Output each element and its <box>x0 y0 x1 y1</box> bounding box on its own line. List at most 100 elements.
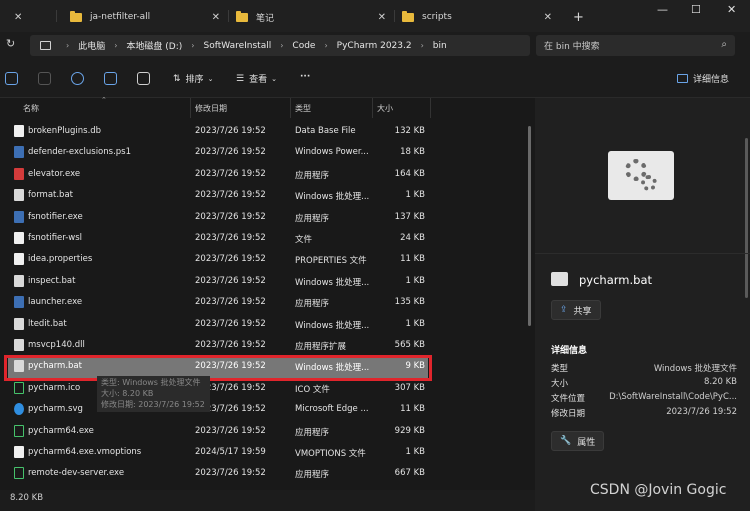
paste-icon[interactable] <box>38 72 51 85</box>
batch-icon <box>14 189 24 202</box>
scrollbar-thumb[interactable] <box>528 126 531 326</box>
file-date: 2023/7/26 19:52 <box>195 297 266 308</box>
highlight-box <box>4 355 432 381</box>
search-placeholder: 在 bin 中搜索 <box>544 42 600 52</box>
tab-scripts[interactable]: scripts ✕ <box>402 6 552 28</box>
file-row[interactable]: idea.properties 2023/7/26 19:52 PROPERTIES… <box>8 249 428 270</box>
delete-icon[interactable] <box>137 72 150 85</box>
file-type: Data Base File <box>295 126 356 136</box>
breadcrumb-code[interactable]: Code <box>292 41 315 51</box>
file-name: fsnotifier-wsl <box>28 233 83 243</box>
file-date: 2023/7/26 19:52 <box>195 211 266 222</box>
file-row[interactable]: pycharm64.exe 2023/7/26 19:52 应用程序 929 KB <box>8 421 428 442</box>
file-row[interactable]: remote-dev-server.exe 2023/7/26 19:52 应用程序… <box>8 463 428 484</box>
folder-icon <box>236 10 248 22</box>
file-row[interactable]: defender-exclusions.ps1 2023/7/26 19:52 Wi… <box>8 142 428 163</box>
file-row[interactable]: inspect.bat 2023/7/26 19:52 Windows 批处理...… <box>8 271 428 292</box>
details-pane-button[interactable]: 详细信息 <box>677 72 729 85</box>
file-row[interactable]: launcher.exe 2023/7/26 19:52 应用程序 135 KB <box>8 292 428 313</box>
file-date: 2023/7/26 19:52 <box>195 190 266 201</box>
share-button[interactable]: ⇪ 共享 <box>551 300 601 320</box>
file-type: 应用程序扩展 <box>295 342 347 352</box>
gear-icon <box>641 175 657 191</box>
view-button[interactable]: ☰ 查看 ⌄ <box>236 72 277 86</box>
file-type: 应用程序 <box>295 427 330 438</box>
column-header-type[interactable]: 类型 <box>295 98 311 118</box>
file-name: elevator.exe <box>28 168 81 179</box>
pycharm-icon <box>14 424 24 437</box>
file-date: 2023/7/26 19:52 <box>195 340 266 350</box>
file-type: ICO 文件 <box>295 384 330 395</box>
file-row[interactable]: elevator.exe 2023/7/26 19:52 应用程序 164 KB <box>8 164 428 185</box>
file-date: 2023/7/26 19:52 <box>195 425 266 436</box>
close-window-button[interactable]: ✕ <box>727 3 736 16</box>
view-icon: ☰ <box>236 73 245 84</box>
column-header-name[interactable]: 名称 <box>23 98 39 118</box>
batch-icon <box>14 317 24 330</box>
file-type: 应用程序 <box>295 170 330 181</box>
file-icon <box>14 253 24 266</box>
address-bar[interactable]: › 此电脑 › 本地磁盘 (D:) › SoftWareInstall › Co… <box>30 35 530 56</box>
properties-button[interactable]: 🔧 属性 <box>551 431 605 451</box>
file-row[interactable]: pycharm.svg 2023/7/26 19:52 Microsoft Edge… <box>8 399 428 420</box>
file-row[interactable]: format.bat 2023/7/26 19:52 Windows 批处理... 1… <box>8 185 428 206</box>
exe-icon <box>14 167 24 180</box>
breadcrumb-pycharm[interactable]: PyCharm 2023.2 <box>337 41 412 51</box>
file-name: remote-dev-server.exe <box>28 468 125 479</box>
file-type: Windows 批处理... <box>295 192 370 203</box>
file-date: 2023/7/26 19:52 <box>195 233 266 243</box>
file-row[interactable]: brokenPlugins.db 2023/7/26 19:52 Data Base… <box>8 121 428 142</box>
file-type: 应用程序 <box>295 470 330 481</box>
file-date: 2023/7/26 19:52 <box>195 318 266 329</box>
file-date: 2023/7/26 19:52 <box>195 147 266 158</box>
minimize-button[interactable]: — <box>657 3 668 16</box>
copy-icon[interactable] <box>5 72 18 85</box>
file-size: 1 KB <box>405 190 425 201</box>
breadcrumb-bin[interactable]: bin <box>433 41 447 51</box>
tab-notes[interactable]: 笔记 ✕ <box>236 6 386 28</box>
details-pane: pycharm.bat ⇪ 共享 详细信息 类型 Windows 批处理文件 大小… <box>535 98 750 511</box>
plus-icon: + <box>573 9 584 25</box>
tab-close-first[interactable]: ✕ <box>14 6 22 28</box>
search-icon: ⌕ <box>721 39 727 50</box>
file-row[interactable]: fsnotifier-wsl 2023/7/26 19:52 文件 24 KB <box>8 228 428 249</box>
file-row[interactable]: fsnotifier.exe 2023/7/26 19:52 应用程序 137 KB <box>8 207 428 228</box>
file-row[interactable]: pycharm.ico 2023/7/26 19:52 ICO 文件 307 KB <box>8 378 428 399</box>
file-list-scrollbar[interactable] <box>528 100 532 480</box>
column-header-size[interactable]: 大小 <box>377 98 393 118</box>
close-icon[interactable]: ✕ <box>544 12 552 23</box>
close-icon[interactable]: ✕ <box>378 12 386 23</box>
new-tab-button[interactable]: + <box>573 6 584 28</box>
rename-icon[interactable] <box>71 72 84 85</box>
maximize-button[interactable]: ☐ <box>691 3 701 16</box>
exe-icon <box>14 296 24 309</box>
file-icon <box>14 446 24 458</box>
tab-ja-netfilter[interactable]: ja-netfilter-all ✕ <box>70 6 220 28</box>
file-name: fsnotifier.exe <box>28 211 83 222</box>
details-section-title: 详细信息 <box>551 346 588 356</box>
share-icon[interactable] <box>104 72 117 85</box>
breadcrumb-this-pc[interactable]: 此电脑 <box>78 39 105 52</box>
more-button[interactable]: ··· <box>300 72 310 82</box>
pycharm-icon <box>14 467 24 480</box>
column-header-date[interactable]: 修改日期 <box>195 98 227 118</box>
wrench-icon: 🔧 <box>560 436 572 446</box>
details-scrollbar[interactable] <box>745 138 748 298</box>
refresh-icon[interactable]: ↻ <box>6 37 15 50</box>
breadcrumb-softwareinstall[interactable]: SoftWareInstall <box>203 41 271 51</box>
file-name: pycharm.svg <box>28 404 83 415</box>
sort-button[interactable]: ⇅ 排序 ⌄ <box>173 72 213 86</box>
close-icon[interactable]: ✕ <box>212 12 220 23</box>
file-row[interactable]: msvcp140.dll 2023/7/26 19:52 应用程序扩展 565 KB <box>8 335 428 356</box>
file-size: 667 KB <box>394 468 425 479</box>
search-input[interactable]: 在 bin 中搜索 ⌕ <box>536 35 735 56</box>
file-tooltip: 类型: Windows 批处理文件 大小: 8.20 KB 修改日期: 2023… <box>97 376 210 412</box>
file-size: 137 KB <box>394 211 425 222</box>
close-icon[interactable]: ✕ <box>14 12 22 23</box>
status-bar: 8.20 KB <box>0 490 535 511</box>
batch-icon <box>14 274 24 287</box>
file-type: Windows 批处理... <box>295 277 370 288</box>
file-row[interactable]: ltedit.bat 2023/7/26 19:52 Windows 批处理... 1… <box>8 314 428 335</box>
file-row[interactable]: pycharm64.exe.vmoptions 2024/5/17 19:59 VM… <box>8 442 428 463</box>
breadcrumb-drive[interactable]: 本地磁盘 (D:) <box>126 39 182 52</box>
